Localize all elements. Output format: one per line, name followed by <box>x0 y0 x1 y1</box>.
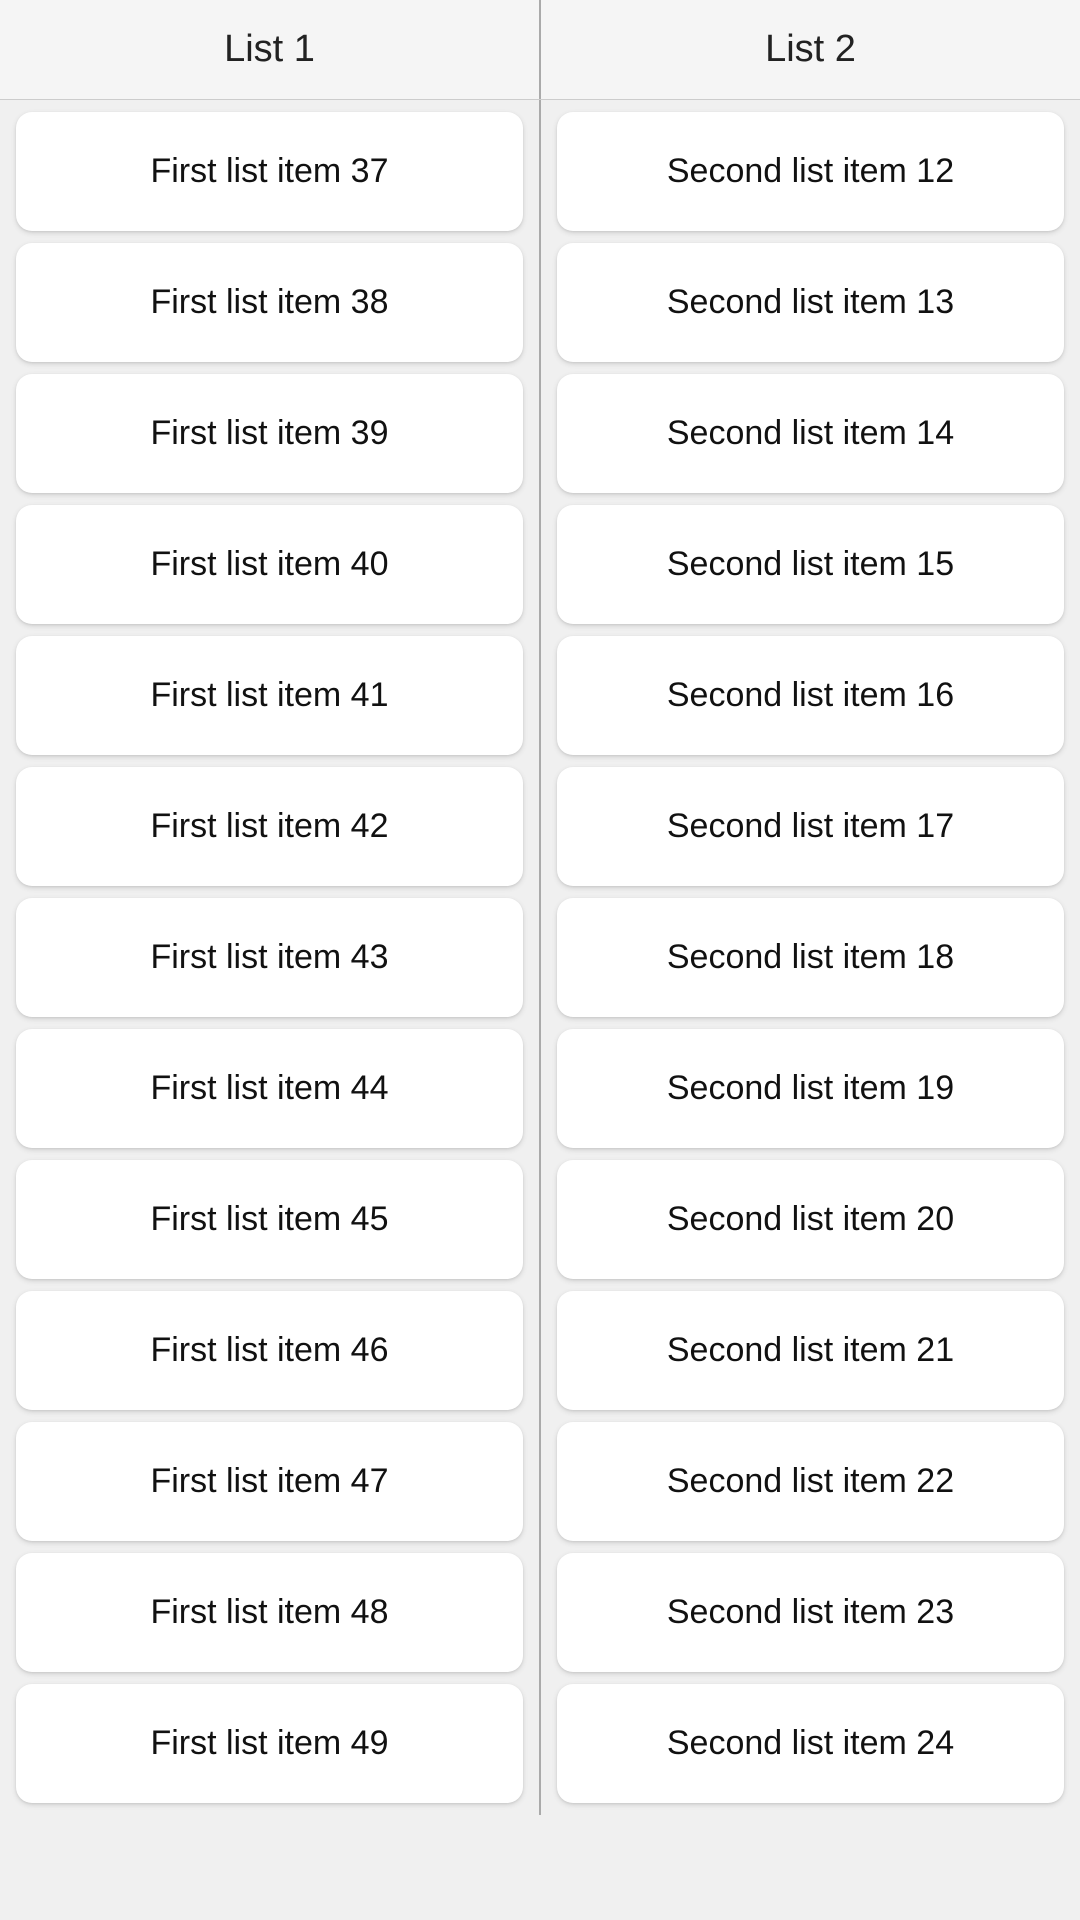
list2-header: List 2 <box>541 0 1080 99</box>
list-item[interactable]: Second list item 21 <box>557 1291 1064 1410</box>
list-item[interactable]: Second list item 13 <box>557 243 1064 362</box>
list-item[interactable]: Second list item 18 <box>557 898 1064 1017</box>
list-item[interactable]: Second list item 17 <box>557 767 1064 886</box>
list-item[interactable]: First list item 37 <box>16 112 523 231</box>
header: List 1 List 2 <box>0 0 1080 100</box>
list-item[interactable]: First list item 43 <box>16 898 523 1017</box>
list-item[interactable]: Second list item 22 <box>557 1422 1064 1541</box>
list-item[interactable]: First list item 45 <box>16 1160 523 1279</box>
list-item[interactable]: Second list item 19 <box>557 1029 1064 1148</box>
list-item[interactable]: Second list item 20 <box>557 1160 1064 1279</box>
list-item[interactable]: First list item 46 <box>16 1291 523 1410</box>
list-item[interactable]: Second list item 15 <box>557 505 1064 624</box>
list-item[interactable]: First list item 40 <box>16 505 523 624</box>
list-item[interactable]: First list item 49 <box>16 1684 523 1803</box>
list-item[interactable]: Second list item 16 <box>557 636 1064 755</box>
list-item[interactable]: First list item 39 <box>16 374 523 493</box>
list1-column: First list item 37 First list item 38 Firs… <box>0 100 541 1815</box>
lists-container: First list item 37 First list item 38 Firs… <box>0 100 1080 1815</box>
list2-column: Second list item 12 Second list item 13 Se… <box>541 100 1080 1815</box>
list-item[interactable]: First list item 41 <box>16 636 523 755</box>
list-item[interactable]: First list item 48 <box>16 1553 523 1672</box>
list-item[interactable]: Second list item 12 <box>557 112 1064 231</box>
list-item[interactable]: First list item 42 <box>16 767 523 886</box>
list-item[interactable]: Second list item 24 <box>557 1684 1064 1803</box>
list1-header: List 1 <box>0 0 541 99</box>
list-item[interactable]: First list item 44 <box>16 1029 523 1148</box>
list-item[interactable]: Second list item 23 <box>557 1553 1064 1672</box>
list-item[interactable]: First list item 38 <box>16 243 523 362</box>
list-item[interactable]: First list item 47 <box>16 1422 523 1541</box>
list-item[interactable]: Second list item 14 <box>557 374 1064 493</box>
